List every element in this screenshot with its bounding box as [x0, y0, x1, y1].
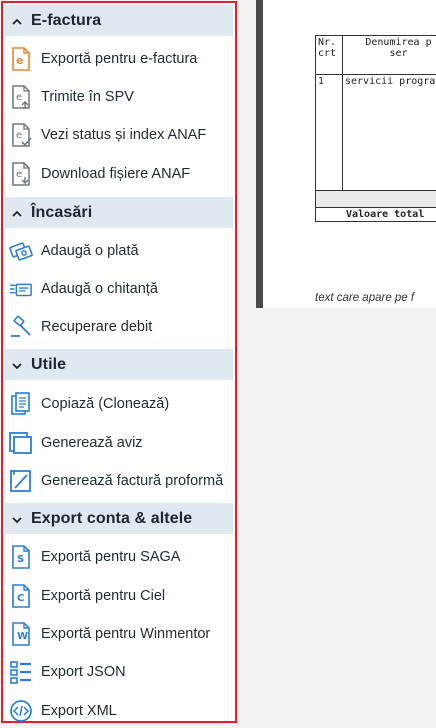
- document-divider: [256, 0, 263, 308]
- row-number: 1: [315, 74, 343, 191]
- chevron-up-icon: [11, 207, 23, 219]
- proforma-icon: [9, 469, 33, 493]
- menu-item-trimite-in-spv[interactable]: e Trimite în SPV: [9, 82, 231, 112]
- menu-item-export-xml[interactable]: Export XML: [9, 696, 231, 726]
- winmentor-icon: W: [9, 622, 33, 646]
- invoice-table: Nr. crt Denumirea p ser 1 servicii progr…: [315, 35, 436, 222]
- menu-item-genereaza-aviz[interactable]: Generează aviz: [9, 428, 231, 458]
- menu-item-label: Adaugă o chitanță: [41, 281, 158, 297]
- json-icon: [9, 660, 33, 684]
- menu-item-recuperare-debit[interactable]: Recuperare debit: [9, 312, 231, 342]
- menu-item-label: Trimite în SPV: [41, 89, 134, 105]
- saga-icon: S: [9, 545, 33, 569]
- copy-icon: [9, 392, 33, 416]
- svg-text:e: e: [16, 54, 23, 67]
- chevron-down-icon: [11, 513, 23, 525]
- menu-item-label: Exportă pentru e-factura: [41, 51, 198, 67]
- menu-item-label: Vezi status și index ANAF: [41, 127, 207, 143]
- chevron-up-icon: [11, 15, 23, 27]
- menu-item-label: Generează factură proformă: [41, 473, 224, 489]
- aviz-icon: [9, 431, 33, 455]
- e-download-icon: e: [9, 162, 33, 186]
- menu-item-exporta-pentru-e-factura[interactable]: e Exportă pentru e-factura: [9, 44, 231, 74]
- menu-item-vezi-status-si-index-anaf[interactable]: e Vezi status și index ANAF: [9, 120, 231, 150]
- actions-menu: E-factura e Exportă pentru e-factura e Trimi…: [1, 1, 237, 723]
- invoice-preview: Nr. crt Denumirea p ser 1 servicii progr…: [263, 0, 436, 308]
- menu-item-label: Exportă pentru Winmentor: [41, 626, 211, 642]
- svg-text:e: e: [16, 169, 22, 180]
- svg-text:e: e: [16, 92, 22, 103]
- section-header-e-factura[interactable]: E-factura: [5, 5, 233, 36]
- menu-item-exporta-pentru-winmentor[interactable]: W Exportă pentru Winmentor: [9, 619, 231, 649]
- section-title: Export conta & altele: [31, 509, 193, 527]
- e-upload-icon: e: [9, 85, 33, 109]
- gavel-icon: [9, 315, 33, 339]
- receipt-icon: [9, 277, 33, 301]
- table-header-row: Nr. crt Denumirea p ser: [315, 35, 436, 75]
- menu-item-label: Export JSON: [41, 664, 126, 680]
- table-row: 1 servicii progra: [315, 74, 436, 191]
- menu-item-label: Recuperare debit: [41, 319, 153, 335]
- svg-text:S: S: [17, 554, 24, 565]
- menu-item-label: Adaugă o plată: [41, 243, 139, 259]
- section-header-utile[interactable]: Utile: [5, 349, 233, 380]
- menu-item-label: Download fișiere ANAF: [41, 166, 191, 182]
- menu-item-adauga-o-plata[interactable]: Adaugă o plată: [9, 236, 231, 266]
- section-title: Încasări: [31, 203, 93, 221]
- svg-text:e: e: [16, 130, 22, 141]
- svg-text:W: W: [17, 631, 28, 642]
- invoice-footer-note: text care apare pe f: [315, 292, 415, 304]
- menu-item-copiaza-cloneaza[interactable]: Copiază (Clonează): [9, 389, 231, 419]
- blank-cell: [315, 190, 436, 208]
- menu-item-adauga-o-chitanta[interactable]: Adaugă o chitanță: [9, 274, 231, 304]
- menu-item-label: Copiază (Clonează): [41, 396, 170, 412]
- menu-item-exporta-pentru-saga[interactable]: S Exportă pentru SAGA: [9, 542, 231, 572]
- chevron-down-icon: [11, 359, 23, 371]
- total-row: Valoare total: [315, 207, 436, 222]
- xml-icon: [9, 699, 33, 723]
- menu-item-label: Exportă pentru SAGA: [41, 549, 181, 565]
- menu-item-genereaza-factura-proforma[interactable]: Generează factură proformă: [9, 466, 231, 496]
- menu-item-label: Export XML: [41, 703, 117, 719]
- total-label: Valoare total: [315, 207, 436, 222]
- col-nr-header: Nr. crt: [315, 35, 343, 75]
- section-header--ncas-ri[interactable]: Încasări: [5, 197, 233, 228]
- ciel-icon: C: [9, 584, 33, 608]
- section-title: Utile: [31, 355, 67, 373]
- menu-item-label: Exportă pentru Ciel: [41, 588, 166, 604]
- e-doc-icon: e: [9, 47, 33, 71]
- section-title: E-factura: [31, 11, 102, 29]
- section-header-export-conta-altele[interactable]: Export conta & altele: [5, 503, 233, 534]
- payment-icon: [9, 239, 33, 263]
- svg-text:C: C: [17, 593, 24, 604]
- menu-item-export-json[interactable]: Export JSON: [9, 657, 231, 687]
- e-check-icon: e: [9, 123, 33, 147]
- menu-item-exporta-pentru-ciel[interactable]: C Exportă pentru Ciel: [9, 581, 231, 611]
- table-row-spacer: [315, 190, 436, 208]
- menu-item-label: Generează aviz: [41, 435, 143, 451]
- menu-item-download-fisiere-anaf[interactable]: e Download fișiere ANAF: [9, 159, 231, 189]
- col-desc-header: Denumirea p ser: [342, 35, 436, 75]
- row-description: servicii progra: [342, 74, 436, 191]
